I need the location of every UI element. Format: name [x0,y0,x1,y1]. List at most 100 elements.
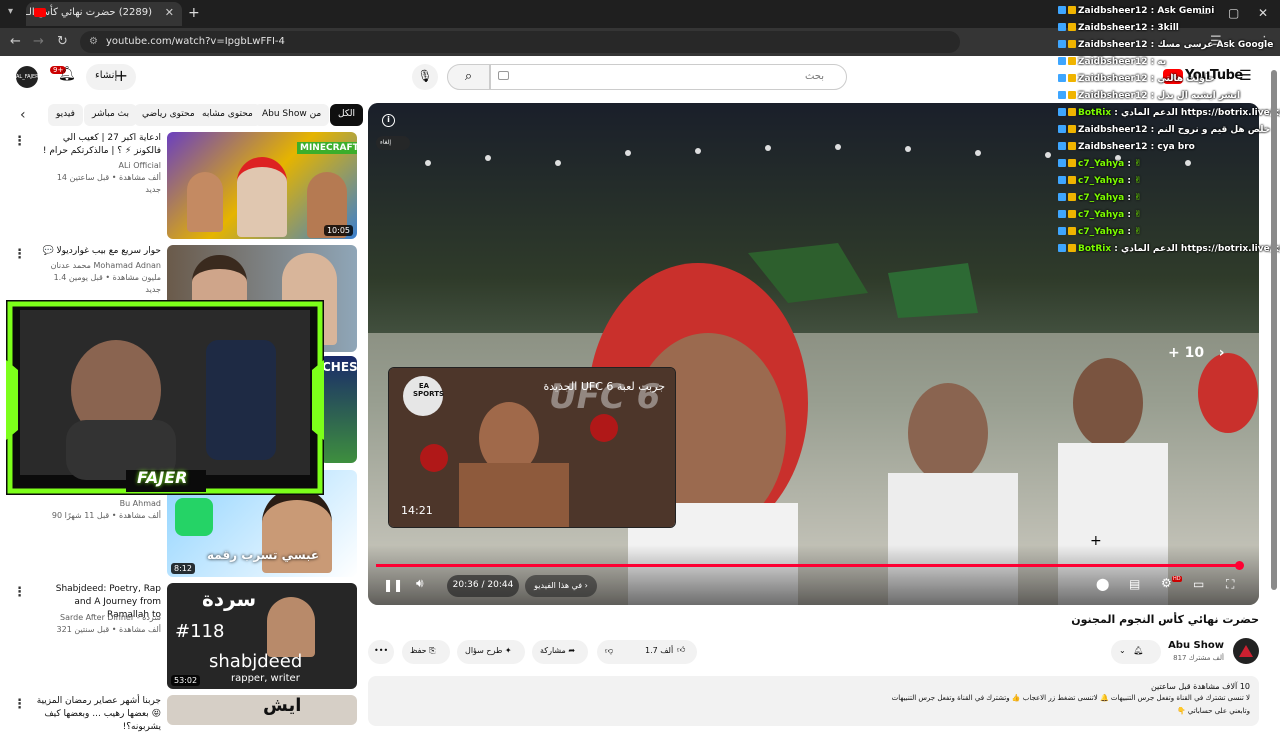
rec-more-icon[interactable]: ⋮ [13,247,26,262]
rec-channel[interactable]: محمد عدنان Mohamad Adnan [36,260,161,272]
channel-avatar[interactable] [1233,638,1259,664]
forward-icon[interactable]: → [33,34,44,49]
subscribed-dropdown-button[interactable]: ⌄ 🔔︎ [1111,640,1161,664]
rec-more-icon[interactable]: ⋮ [13,697,26,712]
chat-badge-icon [1058,193,1066,201]
thumb-caption: عبسي تسرب رقمه [207,548,320,562]
rec-channel[interactable]: Bu Ahmad [36,498,161,510]
end-screen-card[interactable]: UFC 6 EA SPORTS جربت لعبة UFC 6 الجديدة … [388,367,676,528]
chat-separator: : [1111,108,1122,118]
url-field[interactable]: ⚙ youtube.com/watch?v=Ipgb​LwFFI-4 [80,31,960,53]
tab-search-icon[interactable]: ▾ [8,6,20,20]
rec-thumbnail[interactable]: CHES [320,356,357,463]
rec-more-icon[interactable]: ⋮ [13,134,26,149]
end-card-title: جربت لعبة UFC 6 الجديدة [543,380,665,393]
keyboard-icon[interactable] [498,71,509,80]
caption-toggle-badge[interactable]: إلغاء [376,136,410,150]
notifications-bell-icon[interactable]: 🔔︎ [58,66,76,82]
pause-icon[interactable]: ❚❚ [383,578,403,592]
stream-chat-overlay: Zaidbsheer12 : Ask Gemini Zaidbsheer12 : … [1058,6,1280,276]
chat-username: c7_Yahya [1078,193,1125,203]
chat-username: Zaidbsheer12 [1078,57,1148,67]
chat-text: عرسى مسك Ask Google [1157,40,1274,50]
tab-close-icon[interactable]: ✕ [165,6,174,19]
chip-video[interactable]: فيديو [48,104,83,126]
chip-from-channel[interactable]: من Abu Show [254,104,330,126]
miniplayer-icon[interactable]: ▭ [1193,577,1204,591]
skip-forward-button[interactable]: + 10 › [1168,345,1225,361]
video-duration: 53:02 [171,675,201,686]
streamer-webcam-overlay: FAJER [6,300,324,495]
browser-tab[interactable]: (2289) حضرت نهائي كأس الـ ✕ [26,2,182,26]
chapter-button[interactable]: في هذا الفيديو › [525,575,597,597]
rec-channel[interactable]: ALi Official [36,160,161,172]
chip-all[interactable]: الكل [330,104,364,126]
search-placeholder: بحث [804,71,824,82]
page-scrollbar[interactable] [1271,70,1277,590]
video-duration: 8:12 [171,563,195,574]
chat-text: الدعم المادي https://botrix.live/k/fajer… [1121,108,1280,118]
search-button[interactable]: ⌕ [447,64,490,90]
like-dislike-group: 👎︎ 1.7 ألف 👍︎ [597,640,697,664]
chat-username: Zaidbsheer12 [1078,23,1148,33]
progress-bar[interactable] [376,564,1239,567]
autoplay-toggle-icon[interactable]: ⬤ [1096,577,1109,591]
new-tab-button[interactable]: + [188,5,200,21]
reload-icon[interactable]: ↻ [57,34,68,49]
voice-search-mic-icon[interactable]: 🎙︎ [412,64,438,90]
fullscreen-icon[interactable]: ⛶ [1226,577,1234,592]
volume-icon[interactable]: 🔊︎ [416,576,424,591]
rec-title[interactable]: جربنا أشهر عصاير رمضان المزيية 😝 بعضها ر… [36,695,161,734]
like-icon[interactable]: 👍︎ [677,645,685,655]
rec-thumbnail[interactable]: سردة #118 shabjdeed rapper, writer 53:02 [167,583,357,689]
chat-separator: : [1124,210,1135,220]
like-count[interactable]: 1.7 ألف [645,646,673,655]
chat-badge-icon [1058,244,1066,252]
chat-badge-icon [1058,74,1066,82]
chat-message: Zaidbsheer12 : انشر ايشيه ال بذل [1058,91,1240,101]
rec-title[interactable]: ادعاية اكبر 27 | كعيب الي فالكونز ⚡ ؟ | … [36,132,161,158]
share-button[interactable]: مشاركة ➦ [532,640,588,664]
chip-similar[interactable]: محتوى مشابه [194,104,261,126]
chip-live[interactable]: بث مباشر [84,104,137,126]
rec-more-icon[interactable]: ⋮ [13,585,26,600]
site-info-icon[interactable]: ⚙ [89,36,98,47]
thumb-number: #118 [175,621,225,642]
settings-gear-icon[interactable]: ⚙ [1161,576,1172,590]
thumb-role: rapper, writer [231,673,300,684]
avatar[interactable]: AL_FAJER [16,66,39,88]
chat-badge-icon [1068,244,1076,252]
dislike-icon[interactable]: 👎︎ [605,646,613,655]
chat-badge-icon [1058,142,1066,150]
more-actions-button[interactable]: ••• [368,640,394,664]
rec-meta: 14 ألف مشاهدة • قبل ساعتين [56,173,161,182]
chat-username: Zaidbsheer12 [1078,125,1148,135]
chat-username: c7_Yahya [1078,227,1125,237]
chevron-right-icon: › [1218,345,1225,361]
chat-badge-icon [1058,108,1066,116]
thumb-word: CHES [322,360,357,374]
rec-title[interactable]: حوار سريع مع بيب غوارديولا 💬 [36,245,161,258]
channel-name[interactable]: Abu Show [1168,640,1224,651]
save-label: حفظ [410,646,427,655]
info-icon[interactable]: i [382,114,395,127]
thumb-ar-title: سردة [202,587,257,611]
rec-thumbnail[interactable]: MINECRAFT 10:05 [167,132,357,239]
chips-prev-chevron-icon[interactable]: ‹ [20,107,26,123]
search-input[interactable]: بحث [490,64,847,90]
subtitles-icon[interactable]: ▤ [1129,577,1140,591]
save-button[interactable]: حفظ ⎘ [402,640,450,664]
chat-username: Zaidbsheer12 [1078,40,1148,50]
description-text: لا تنسى تشترك في القناة وتفعل جرس التنبي… [891,694,1250,702]
rec-channel[interactable]: Sarde After Dinner - سردة [36,612,161,624]
chat-text: ✌ [1134,159,1142,169]
chat-text: ✌ [1134,227,1142,237]
chat-separator: : [1111,244,1122,254]
back-icon[interactable]: ← [10,34,21,49]
ask-button[interactable]: طرح سؤال ✦ [457,640,525,664]
chat-message: c7_Yahya : ✌ [1058,193,1142,203]
create-button[interactable]: إنشاء + [86,64,136,90]
rec-thumbnail[interactable]: ايش [167,695,357,725]
chip-sports[interactable]: محتوى رياضي [134,104,203,126]
progress-scrubber[interactable] [1235,561,1244,570]
